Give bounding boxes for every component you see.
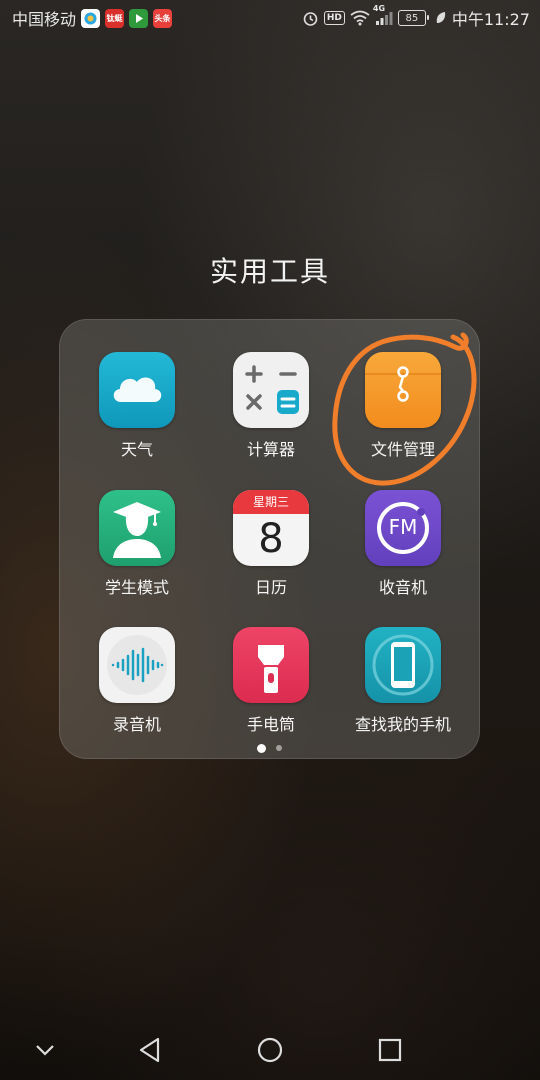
app-flashlight[interactable]: 手电筒 [204,627,338,735]
calculator-icon [233,352,309,428]
app-label: 文件管理 [370,440,435,459]
navigation-bar [0,1020,540,1080]
app-recorder[interactable]: 录音机 [70,627,204,735]
app-label: 计算器 [246,440,295,459]
chevron-down-icon [36,1045,54,1056]
app-calendar[interactable]: 星期三 8 日历 [204,490,338,598]
wifi-icon [350,10,370,26]
app-label: 学生模式 [104,578,169,597]
recents-button[interactable] [370,1032,410,1068]
hide-nav-button[interactable] [25,1032,65,1068]
app-radio[interactable]: FM 收音机 [336,490,470,598]
leaf-icon [435,11,447,25]
carrier-name: 中国移动 [12,10,77,29]
page-dot-active[interactable] [257,744,266,753]
app-notification-icon: 钛蜓 [105,8,125,28]
flashlight-icon [233,627,309,703]
radio-fm-label: FM [388,515,418,539]
recorder-icon [99,627,175,703]
page-indicator [60,744,479,753]
folder-panel: 天气 计算器 文件管理 学生模式 星期三 8 日历 FM 收音机 录音机 手电筒… [59,319,480,759]
app-file-manager[interactable]: 文件管理 [336,352,470,460]
app-label: 查找我的手机 [354,715,451,734]
video-notification-icon [129,8,149,28]
page-dot[interactable] [276,745,282,751]
app-label: 手电筒 [246,715,295,734]
app-label: 收音机 [378,578,427,597]
weather-icon [99,352,175,428]
news-notification-icon: 头条 [153,8,173,28]
radio-icon: FM [365,490,441,566]
back-button[interactable] [130,1032,170,1068]
battery-indicator: 85 [397,10,429,26]
status-bar: 中国移动 钛蜓 头条 HD 4G 85 中午11:27 [0,0,540,36]
calendar-icon: 星期三 8 [233,490,309,566]
file-manager-icon [365,352,441,428]
home-button[interactable] [250,1032,290,1068]
calendar-weekday: 星期三 [252,495,289,509]
folder-title[interactable]: 实用工具 [0,250,540,290]
app-find-my-phone[interactable]: 查找我的手机 [336,627,470,735]
recents-icon [378,1038,402,1062]
app-weather[interactable]: 天气 [70,352,204,460]
back-icon [139,1037,160,1063]
find-my-phone-icon [365,627,441,703]
cellular-signal-icon: 4G [373,4,393,26]
student-mode-icon [99,490,175,566]
alarm-icon [302,10,319,27]
calendar-day: 8 [258,516,284,562]
network-type-label: 4G [372,4,386,13]
clock: 中午11:27 [451,10,530,29]
app-label: 天气 [120,440,153,459]
home-icon [257,1037,283,1063]
app-calculator[interactable]: 计算器 [204,352,338,460]
app-label: 日历 [254,578,287,597]
hd-icon: HD [323,11,345,25]
app-label: 录音机 [112,715,161,734]
app-student-mode[interactable]: 学生模式 [70,490,204,598]
browser-notification-icon [81,8,101,28]
